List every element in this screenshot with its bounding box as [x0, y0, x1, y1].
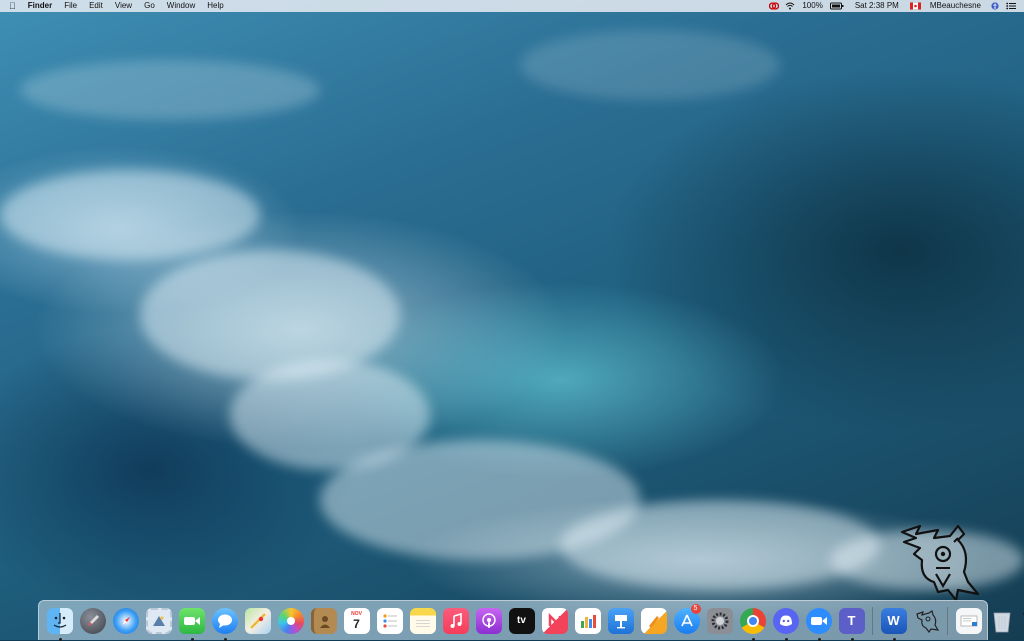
accessibility-icon[interactable] — [990, 2, 1000, 10]
mascot-app-icon — [914, 608, 940, 634]
dock-keynote[interactable] — [608, 608, 634, 634]
messages-bubble-icon — [212, 608, 238, 634]
dock-mascot-app[interactable] — [914, 608, 940, 634]
notes-icon — [410, 608, 436, 634]
dock-facetime[interactable] — [179, 608, 205, 634]
dock-maps[interactable] — [245, 608, 271, 634]
discord-icon — [773, 608, 799, 634]
menu-go[interactable]: Go — [138, 0, 161, 12]
teams-letter: T — [848, 613, 856, 628]
notification-center-icon[interactable] — [1006, 2, 1016, 10]
music-note-icon — [443, 608, 469, 634]
dock-music[interactable] — [443, 608, 469, 634]
menu-view[interactable]: View — [109, 0, 138, 12]
facetime-icon — [179, 608, 205, 634]
dock-numbers[interactable] — [575, 608, 601, 634]
running-indicator — [785, 638, 788, 641]
pages-pen-icon — [641, 608, 667, 634]
document-stack-icon — [956, 608, 982, 634]
word-letter: W — [887, 613, 899, 628]
wifi-icon[interactable] — [785, 2, 795, 10]
dock-downloads-stack[interactable] — [956, 608, 982, 634]
app-store-badge: 5 — [691, 604, 701, 614]
keynote-podium-icon — [608, 608, 634, 634]
dock-mail-stamp-app[interactable] — [146, 608, 172, 634]
dock-zoom[interactable] — [806, 608, 832, 634]
battery-icon[interactable] — [830, 2, 844, 10]
menu-app-name[interactable]: Finder — [22, 0, 58, 12]
menu-help[interactable]: Help — [201, 0, 229, 12]
dock: NOV 7 tv — [38, 600, 988, 640]
gear-icon — [707, 608, 733, 634]
chrome-icon — [740, 608, 766, 634]
menubar-clock[interactable]: Sat 2:38 PM — [847, 0, 907, 12]
dock-trash[interactable] — [989, 608, 1015, 634]
photos-flower-icon — [278, 608, 304, 634]
running-indicator — [851, 638, 854, 641]
dock-app-store[interactable]: 5 — [674, 608, 700, 634]
reminders-list-icon — [377, 608, 403, 634]
word-icon: W — [881, 608, 907, 634]
dock-safari[interactable] — [113, 608, 139, 634]
dock-calendar[interactable]: NOV 7 — [344, 608, 370, 634]
dock-contacts[interactable] — [311, 608, 337, 634]
safari-compass-icon — [113, 608, 139, 634]
dock-messages[interactable] — [212, 608, 238, 634]
dock-word[interactable]: W — [881, 608, 907, 634]
desktop-wallpaper — [0, 0, 1024, 640]
dock-separator — [947, 607, 948, 635]
dock-pages[interactable] — [641, 608, 667, 634]
running-indicator — [59, 638, 62, 641]
battery-percent: 100% — [798, 0, 826, 12]
apple-menu-icon[interactable]:  — [0, 0, 22, 12]
dock-podcasts[interactable] — [476, 608, 502, 634]
trash-icon — [989, 608, 1015, 634]
dock-finder[interactable] — [47, 608, 73, 634]
running-indicator — [191, 638, 194, 641]
contacts-book-icon — [311, 608, 337, 634]
dock-news[interactable] — [542, 608, 568, 634]
dock-separator — [872, 607, 873, 635]
status-area: 100% Sat 2:38 PM MBeauchesne — [766, 0, 1024, 12]
calendar-day: 7 — [353, 617, 360, 631]
dock-system-preferences[interactable] — [707, 608, 733, 634]
tv-label: tv — [517, 615, 526, 626]
dock-chrome[interactable] — [740, 608, 766, 634]
menubar-username[interactable]: MBeauchesne — [924, 0, 987, 12]
menu-bar:  Finder File Edit View Go Window Help 1… — [0, 0, 1024, 12]
news-icon — [542, 608, 568, 634]
tv-icon: tv — [509, 608, 535, 634]
desktop-mascot-icon — [898, 520, 988, 604]
podcasts-icon — [476, 608, 502, 634]
running-indicator — [893, 638, 896, 641]
stamp-icon — [146, 608, 172, 634]
numbers-chart-icon — [575, 608, 601, 634]
running-indicator — [224, 638, 227, 641]
menu-edit[interactable]: Edit — [83, 0, 109, 12]
dock-photos[interactable] — [278, 608, 304, 634]
running-indicator — [818, 638, 821, 641]
dock-reminders[interactable] — [377, 608, 403, 634]
dock-notes[interactable] — [410, 608, 436, 634]
launchpad-rocket-icon — [80, 608, 106, 634]
menu-window[interactable]: Window — [161, 0, 201, 12]
calendar-icon: NOV 7 — [344, 608, 370, 634]
running-indicator — [752, 638, 755, 641]
maps-icon — [245, 608, 271, 634]
zoom-camera-icon — [806, 608, 832, 634]
finder-icon — [47, 608, 73, 634]
creative-cloud-icon[interactable] — [769, 2, 779, 10]
dock-discord[interactable] — [773, 608, 799, 634]
teams-icon: T — [839, 608, 865, 634]
dock-launchpad[interactable] — [80, 608, 106, 634]
dock-teams[interactable]: T — [839, 608, 865, 634]
dock-apple-tv[interactable]: tv — [509, 608, 535, 634]
menu-file[interactable]: File — [58, 0, 83, 12]
canada-flag-icon[interactable] — [910, 2, 921, 10]
